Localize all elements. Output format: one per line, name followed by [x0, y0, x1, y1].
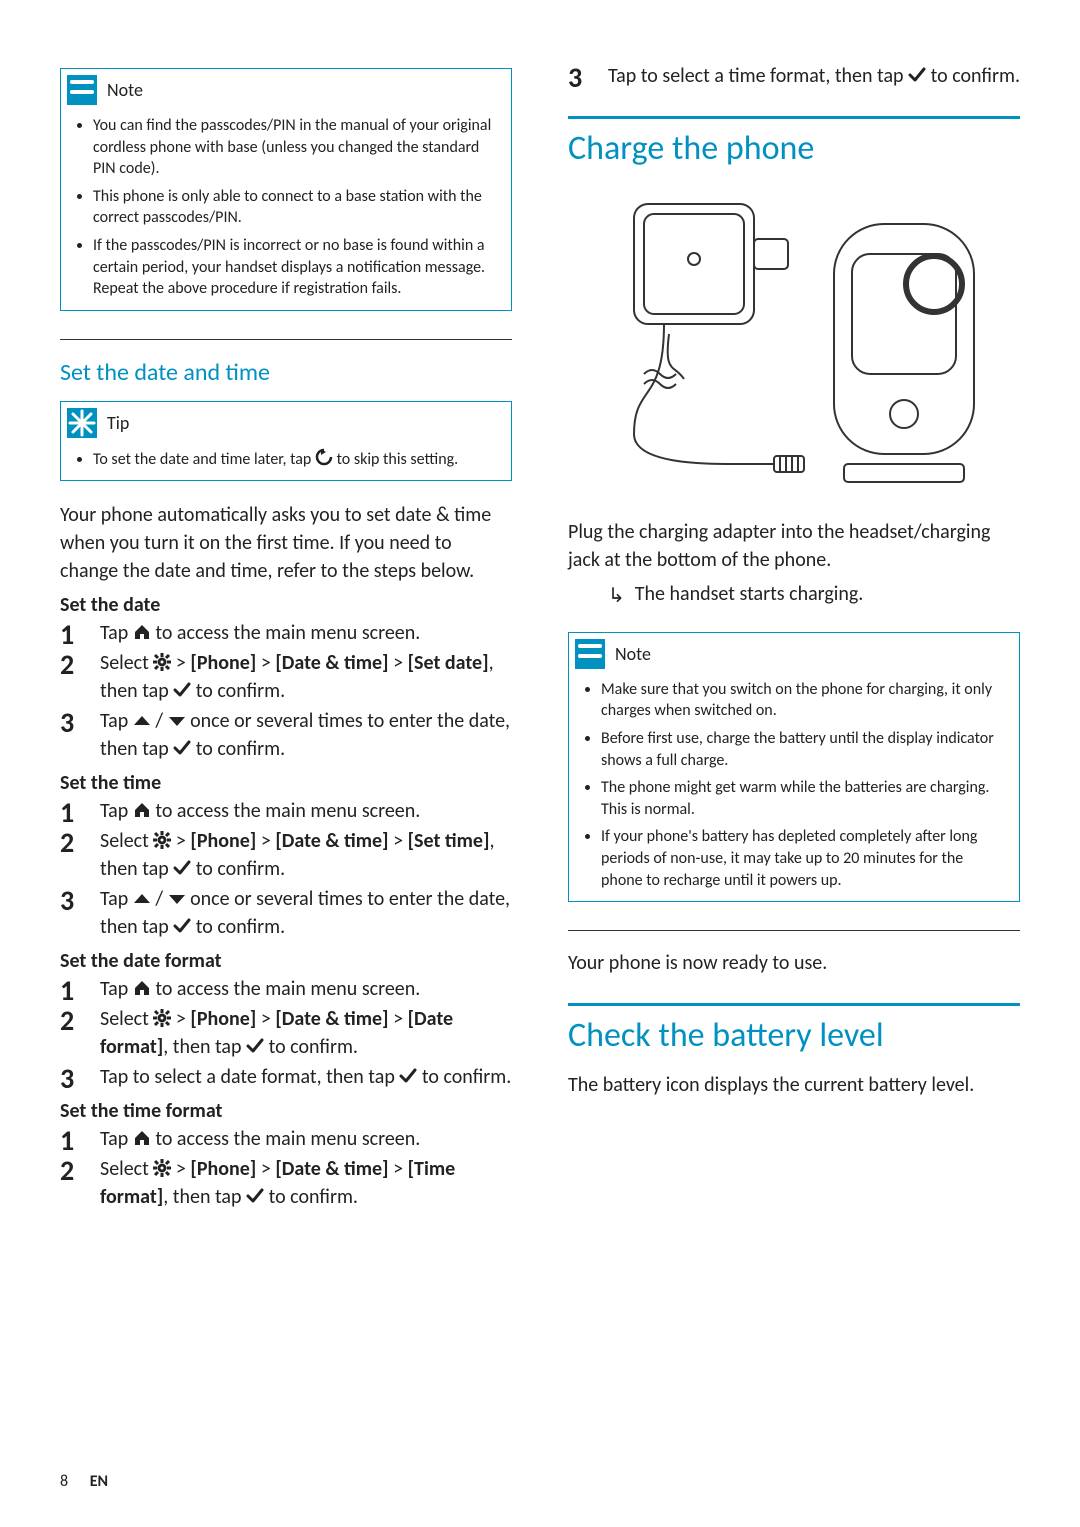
gear-icon: [153, 1159, 171, 1177]
down-icon: [168, 891, 186, 907]
left-column: Note You can find the passcodes/PIN in t…: [60, 60, 512, 1219]
up-icon: [133, 891, 151, 907]
step: Tap to access the main menu screen.: [60, 797, 512, 825]
step: Tap to access the main menu screen.: [60, 619, 512, 647]
note-box: Note Make sure that you switch on the ph…: [568, 632, 1020, 902]
down-icon: [168, 713, 186, 729]
group-title: Set the date format: [60, 949, 512, 973]
ready-text: Your phone is now ready to use.: [568, 949, 1020, 977]
home-icon: [133, 801, 151, 819]
page-language: EN: [90, 1472, 108, 1491]
right-column: Tap to select a time format, then tap to…: [568, 60, 1020, 1219]
tip-icon: [67, 408, 97, 438]
check-icon: [173, 917, 191, 935]
divider: [568, 930, 1020, 931]
note-title: Note: [615, 643, 651, 665]
battery-body: The battery icon displays the current ba…: [568, 1071, 1020, 1099]
check-icon: [173, 859, 191, 877]
note-item: You can find the passcodes/PIN in the ma…: [93, 115, 499, 180]
divider: [60, 339, 512, 340]
back-icon: [315, 448, 333, 466]
group-title: Set the time: [60, 771, 512, 795]
gear-icon: [153, 831, 171, 849]
heading-check-battery: Check the battery level: [568, 1003, 1020, 1057]
subheading-date-time: Set the date and time: [60, 358, 512, 387]
check-icon: [399, 1067, 417, 1085]
page-number: 8: [60, 1472, 68, 1491]
home-icon: [133, 979, 151, 997]
charge-body: Plug the charging adapter into the heads…: [568, 518, 1020, 574]
step: Tap to access the main menu screen.: [60, 975, 512, 1003]
page-footer: 8 EN: [60, 1472, 108, 1491]
step: Select > [Phone] > [Date & time] > [Set …: [60, 827, 512, 883]
note-title: Note: [107, 79, 143, 101]
check-icon: [173, 739, 191, 757]
check-icon: [908, 66, 926, 84]
intro-paragraph: Your phone automatically asks you to set…: [60, 501, 512, 585]
check-icon: [246, 1037, 264, 1055]
result-arrow-icon: ↳: [608, 582, 625, 610]
step: Select > [Phone] > [Date & time] > [Date…: [60, 1005, 512, 1061]
note-icon: [67, 75, 97, 105]
note-item: Before first use, charge the battery unt…: [601, 728, 1007, 771]
step: Tap to select a time format, then tap to…: [568, 62, 1020, 90]
step: Select > [Phone] > [Date & time] > [Set …: [60, 649, 512, 705]
home-icon: [133, 1129, 151, 1147]
check-icon: [173, 681, 191, 699]
home-icon: [133, 623, 151, 641]
charging-illustration: [568, 184, 1020, 504]
steps-date-format: Tap to access the main menu screen. Sele…: [60, 975, 512, 1091]
result-line: ↳ The handset starts charging.: [608, 582, 1020, 610]
note-item: If the passcodes/PIN is incorrect or no …: [93, 235, 499, 300]
note-list: You can find the passcodes/PIN in the ma…: [75, 115, 499, 300]
note-item: The phone might get warm while the batte…: [601, 777, 1007, 820]
tip-title: Tip: [107, 412, 129, 434]
tip-box: Tip To set the date and time later, tap …: [60, 401, 512, 482]
tip-list: To set the date and time later, tap to s…: [75, 448, 499, 471]
up-icon: [133, 713, 151, 729]
note-list: Make sure that you switch on the phone f…: [583, 679, 1007, 891]
tip-item: To set the date and time later, tap to s…: [93, 448, 499, 471]
gear-icon: [153, 653, 171, 671]
steps-set-time: Tap to access the main menu screen. Sele…: [60, 797, 512, 941]
steps-time-format-cont: Tap to select a time format, then tap to…: [568, 62, 1020, 90]
heading-charge-the-phone: Charge the phone: [568, 116, 1020, 170]
steps-set-date: Tap to access the main menu screen. Sele…: [60, 619, 512, 763]
check-icon: [246, 1187, 264, 1205]
step: Tap to select a date format, then tap to…: [60, 1063, 512, 1091]
group-title: Set the date: [60, 593, 512, 617]
note-item: Make sure that you switch on the phone f…: [601, 679, 1007, 722]
gear-icon: [153, 1009, 171, 1027]
step: Tap / once or several times to enter the…: [60, 707, 512, 763]
steps-time-format: Tap to access the main menu screen. Sele…: [60, 1125, 512, 1211]
step: Tap to access the main menu screen.: [60, 1125, 512, 1153]
note-item: If your phone's battery has depleted com…: [601, 826, 1007, 891]
step: Tap / once or several times to enter the…: [60, 885, 512, 941]
group-title: Set the time format: [60, 1099, 512, 1123]
note-item: This phone is only able to connect to a …: [93, 186, 499, 229]
step: Select > [Phone] > [Date & time] > [Time…: [60, 1155, 512, 1211]
note-box: Note You can find the passcodes/PIN in t…: [60, 68, 512, 311]
note-icon: [575, 639, 605, 669]
